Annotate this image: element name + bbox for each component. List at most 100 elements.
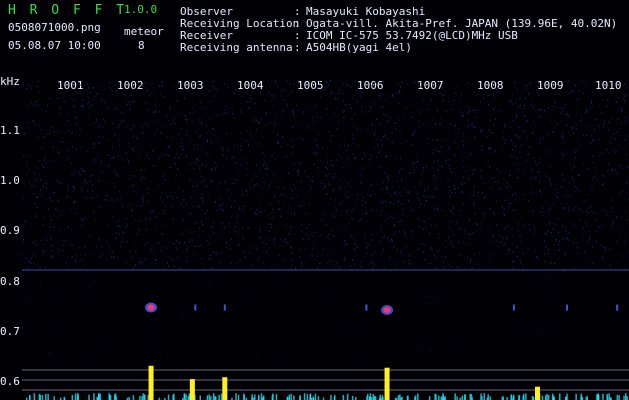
noise-dot: [504, 199, 506, 202]
noise-dot: [473, 190, 474, 193]
noise-bar: [440, 396, 442, 400]
noise-dot: [544, 233, 546, 235]
noise-dot: [349, 85, 350, 87]
noise-dot: [169, 256, 171, 259]
noise-dot: [434, 179, 436, 181]
noise-dot: [612, 220, 614, 222]
noise-dot: [58, 393, 60, 395]
noise-bar: [414, 395, 417, 400]
noise-dot: [500, 299, 502, 301]
noise-dot: [103, 118, 105, 120]
noise-dot: [71, 132, 73, 134]
noise-dot: [199, 233, 201, 236]
noise-dot: [621, 371, 623, 373]
noise-dot: [200, 239, 202, 241]
noise-dot: [611, 118, 613, 120]
noise-dot: [600, 112, 602, 115]
noise-dot: [578, 219, 580, 221]
noise-dot: [194, 189, 195, 192]
noise-dot: [153, 251, 155, 254]
noise-dot: [262, 375, 264, 377]
noise-dot: [144, 244, 146, 246]
noise-dot: [586, 225, 588, 227]
noise-dot: [195, 245, 197, 248]
date-time: 05.08.07 10:00: [8, 39, 101, 52]
noise-dot: [268, 91, 270, 94]
noise-dot: [327, 263, 329, 265]
noise-dot: [306, 88, 308, 91]
noise-dot: [304, 318, 306, 320]
noise-dot: [133, 100, 135, 102]
noise-dot: [451, 108, 453, 110]
noise-dot: [548, 107, 549, 109]
noise-bar: [541, 395, 544, 400]
noise-dot: [50, 310, 52, 312]
noise-dot: [532, 107, 533, 109]
antenna-value: A504HB(yagi 4el): [306, 41, 412, 54]
noise-dot: [432, 196, 434, 198]
noise-dot: [117, 353, 118, 355]
noise-dot: [118, 390, 120, 392]
noise-dot: [381, 203, 383, 206]
noise-dot: [44, 110, 46, 113]
noise-dot: [275, 158, 277, 160]
noise-dot: [522, 253, 524, 255]
noise-dot: [512, 294, 514, 296]
noise-dot: [512, 234, 514, 237]
noise-dot: [305, 212, 307, 215]
noise-dot: [259, 211, 260, 214]
meteor-echo: [223, 304, 226, 311]
noise-dot: [74, 261, 76, 263]
noise-dot: [611, 211, 612, 213]
noise-dot: [169, 109, 171, 111]
noise-dot: [97, 286, 99, 288]
noise-bar: [461, 395, 463, 400]
noise-dot: [430, 356, 432, 358]
noise-dot: [141, 204, 143, 207]
noise-dot: [437, 84, 439, 86]
noise-dot: [235, 383, 237, 385]
noise-dot: [411, 116, 413, 118]
noise-dot: [575, 105, 577, 107]
noise-dot: [488, 94, 490, 96]
noise-dot: [441, 300, 443, 302]
noise-dot: [56, 288, 58, 290]
noise-dot: [359, 330, 361, 332]
noise-dot: [171, 137, 173, 140]
noise-dot: [471, 266, 473, 269]
noise-dot: [497, 245, 499, 247]
noise-dot: [428, 146, 430, 149]
noise-dot: [122, 205, 123, 208]
noise-dot: [150, 217, 152, 219]
noise-dot: [194, 110, 196, 112]
noise-dot: [207, 196, 209, 199]
noise-dot: [216, 254, 218, 256]
noise-dot: [584, 251, 586, 253]
noise-dot: [161, 247, 163, 249]
noise-dot: [241, 164, 243, 166]
noise-dot: [177, 111, 179, 113]
noise-dot: [529, 341, 531, 343]
noise-dot: [492, 349, 494, 351]
noise-dot: [524, 130, 526, 132]
noise-dot: [586, 108, 587, 111]
noise-dot: [96, 119, 98, 122]
noise-dot: [23, 290, 24, 292]
noise-dot: [92, 146, 94, 149]
noise-dot: [423, 204, 425, 207]
noise-dot: [347, 210, 348, 212]
noise-bar: [623, 395, 625, 400]
noise-dot: [448, 165, 450, 167]
noise-dot: [589, 237, 590, 240]
noise-dot: [617, 131, 618, 133]
noise-dot: [96, 92, 97, 95]
noise-dot: [338, 121, 340, 123]
noise-dot: [230, 262, 232, 264]
noise-dot: [324, 186, 326, 188]
noise-dot: [352, 153, 354, 155]
noise-dot: [247, 291, 249, 293]
noise-dot: [308, 238, 309, 240]
noise-dot: [222, 208, 224, 211]
noise-dot: [326, 81, 327, 84]
noise-dot: [288, 93, 290, 96]
